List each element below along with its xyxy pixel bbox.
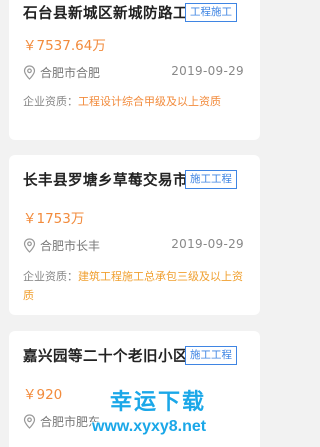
location-text: 合肥市肥东 [40,415,101,429]
qualification-value: 工程设计综合甲级及以上资质 [78,95,221,108]
project-title: 嘉兴园等二十个老旧小区改... [23,349,193,365]
project-qualification: 企业资质：建筑工程施工总承包三级及以上资质 [23,267,245,305]
card-title-row: 石台县新城区新城防路工程 工程施工 [23,2,253,24]
project-location: 合肥市长丰 [23,237,100,254]
card-title-row: 嘉兴园等二十个老旧小区改... 施工工程 [23,345,253,367]
project-card[interactable]: 石台县新城区新城防路工程 工程施工 ￥7537.64万 合肥市合肥 2019-0… [9,0,260,140]
project-title: 石台县新城区新城防路工程 [23,6,193,22]
project-type-tag: 施工工程 [185,170,237,189]
project-card[interactable]: 嘉兴园等二十个老旧小区改... 施工工程 ￥920 合肥市肥东 [9,331,260,447]
project-amount: ￥7537.64万 [23,38,106,54]
qualification-label: 企业资质： [23,95,78,108]
location-pin-icon [23,65,36,80]
project-type-tag: 施工工程 [185,346,237,365]
project-title: 长丰县罗塘乡草莓交易市场... [23,173,193,189]
location-pin-icon [23,238,36,253]
project-location: 合肥市肥东 [23,413,100,430]
project-date: 2019-09-29 [171,237,244,251]
project-location: 合肥市合肥 [23,64,100,81]
project-type-tag: 工程施工 [185,3,237,22]
location-pin-icon [23,414,36,429]
project-amount: ￥920 [23,387,63,403]
card-title-row: 长丰县罗塘乡草莓交易市场... 施工工程 [23,169,253,191]
project-amount: ￥1753万 [23,211,85,227]
project-date: 2019-09-29 [171,64,244,78]
project-list: 石台县新城区新城防路工程 工程施工 ￥7537.64万 合肥市合肥 2019-0… [0,0,269,447]
project-card[interactable]: 长丰县罗塘乡草莓交易市场... 施工工程 ￥1753万 合肥市长丰 2019-0… [9,155,260,315]
qualification-label: 企业资质： [23,270,78,283]
project-qualification: 企业资质：工程设计综合甲级及以上资质 [23,92,245,111]
location-text: 合肥市合肥 [40,66,101,80]
location-text: 合肥市长丰 [40,239,101,253]
